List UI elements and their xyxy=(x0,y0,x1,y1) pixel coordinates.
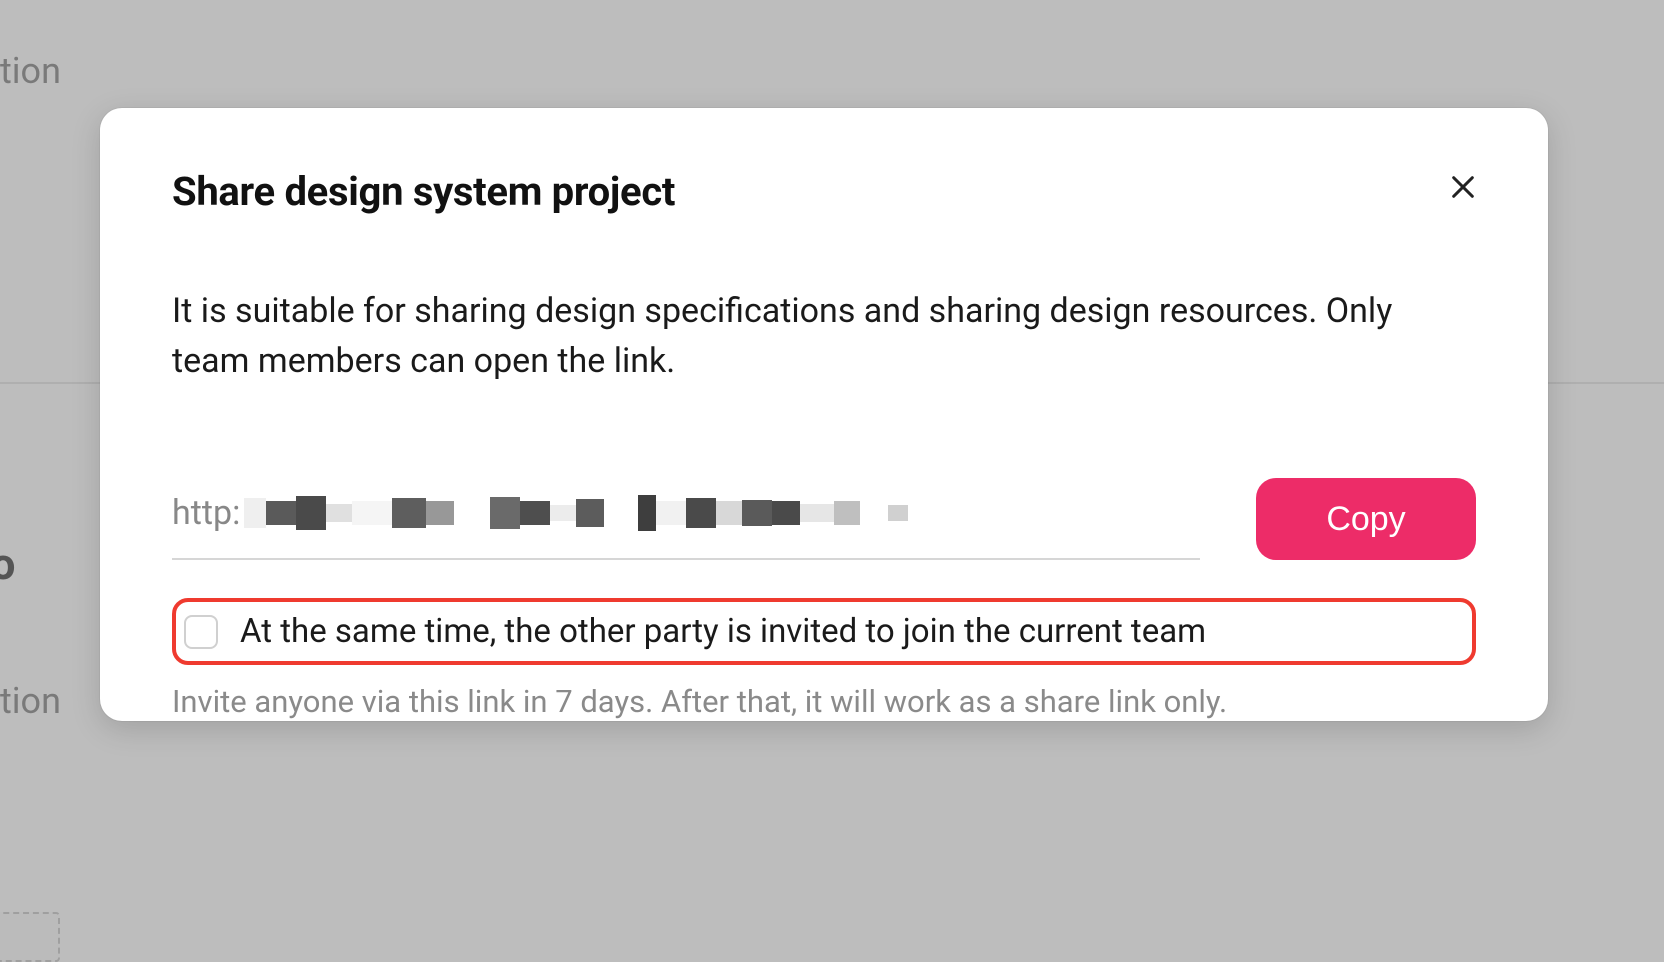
share-link-input[interactable]: http: xyxy=(172,478,1200,560)
invite-checkbox-label: At the same time, the other party is inv… xyxy=(240,612,1206,651)
modal-description: It is suitable for sharing design specif… xyxy=(172,287,1476,386)
redacted-url xyxy=(244,493,1200,533)
invite-checkbox-row: At the same time, the other party is inv… xyxy=(172,598,1476,665)
close-button[interactable] xyxy=(1442,166,1484,208)
share-modal: Share design system project It is suitab… xyxy=(100,108,1548,721)
modal-title: Share design system project xyxy=(172,168,675,215)
modal-header: Share design system project xyxy=(172,168,1476,215)
invite-checkbox[interactable] xyxy=(184,615,218,649)
link-prefix: http: xyxy=(172,493,244,533)
invite-hint: Invite anyone via this link in 7 days. A… xyxy=(172,683,1476,720)
copy-button[interactable]: Copy xyxy=(1256,478,1476,560)
close-icon xyxy=(1447,171,1479,203)
share-link-row: http: xyxy=(172,478,1476,560)
